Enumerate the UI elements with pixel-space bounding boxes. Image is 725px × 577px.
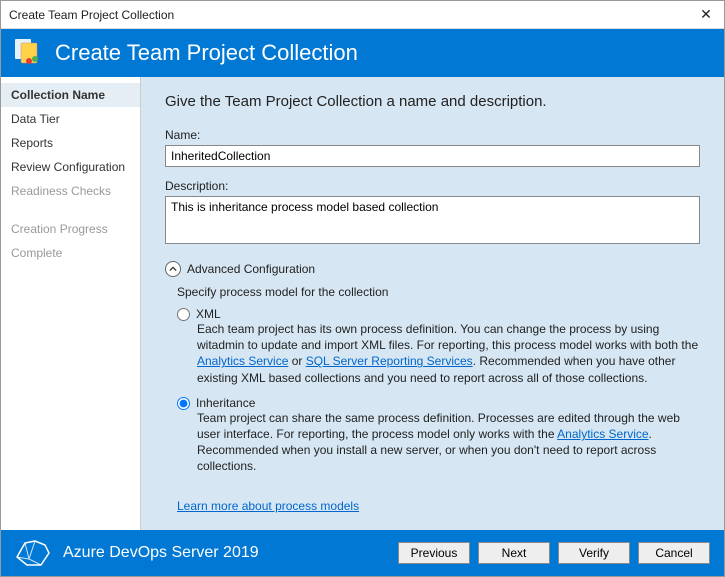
inheritance-description: Team project can share the same process … xyxy=(197,410,700,475)
ssrs-link[interactable]: SQL Server Reporting Services xyxy=(306,354,473,368)
analytics-service-link-2[interactable]: Analytics Service xyxy=(557,427,648,441)
description-input[interactable] xyxy=(165,196,700,244)
sidebar-item-reports[interactable]: Reports xyxy=(1,131,140,155)
collection-icon xyxy=(15,39,43,67)
learn-more-link[interactable]: Learn more about process models xyxy=(177,499,359,513)
inheritance-label: Inheritance xyxy=(196,396,255,410)
page-heading: Give the Team Project Collection a name … xyxy=(165,93,700,110)
footer-bar: Azure DevOps Server 2019 Previous Next V… xyxy=(1,530,724,576)
analytics-service-link[interactable]: Analytics Service xyxy=(197,354,288,368)
advanced-toggle-icon[interactable] xyxy=(165,261,181,277)
product-name: Azure DevOps Server 2019 xyxy=(63,544,390,562)
sidebar-item-data-tier[interactable]: Data Tier xyxy=(1,107,140,131)
wizard-main: Give the Team Project Collection a name … xyxy=(141,77,724,530)
description-label: Description: xyxy=(165,179,700,193)
name-label: Name: xyxy=(165,128,700,142)
sidebar-item-complete: Complete xyxy=(1,241,140,265)
titlebar: Create Team Project Collection ✕ xyxy=(1,1,724,29)
xml-description: Each team project has its own process de… xyxy=(197,321,700,386)
verify-button[interactable]: Verify xyxy=(558,542,630,564)
header-title: Create Team Project Collection xyxy=(55,40,358,66)
advanced-configuration-label: Advanced Configuration xyxy=(187,262,315,276)
process-model-xml-radio[interactable] xyxy=(177,308,190,321)
window-title: Create Team Project Collection xyxy=(9,8,696,22)
close-icon[interactable]: ✕ xyxy=(696,6,716,23)
process-model-inheritance-radio[interactable] xyxy=(177,397,190,410)
sidebar-item-collection-name[interactable]: Collection Name xyxy=(1,83,140,107)
name-input[interactable] xyxy=(165,145,700,167)
specify-process-label: Specify process model for the collection xyxy=(177,285,700,299)
wizard-window: Create Team Project Collection ✕ Create … xyxy=(0,0,725,577)
header-banner: Create Team Project Collection xyxy=(1,29,724,77)
xml-label: XML xyxy=(196,307,221,321)
sidebar-item-review-configuration[interactable]: Review Configuration xyxy=(1,155,140,179)
previous-button[interactable]: Previous xyxy=(398,542,470,564)
sidebar-item-readiness-checks: Readiness Checks xyxy=(1,179,140,203)
cancel-button[interactable]: Cancel xyxy=(638,542,710,564)
sidebar-item-creation-progress: Creation Progress xyxy=(1,217,140,241)
wizard-body: Collection Name Data Tier Reports Review… xyxy=(1,77,724,530)
wizard-sidebar: Collection Name Data Tier Reports Review… xyxy=(1,77,141,530)
azure-devops-icon xyxy=(15,539,51,567)
next-button[interactable]: Next xyxy=(478,542,550,564)
